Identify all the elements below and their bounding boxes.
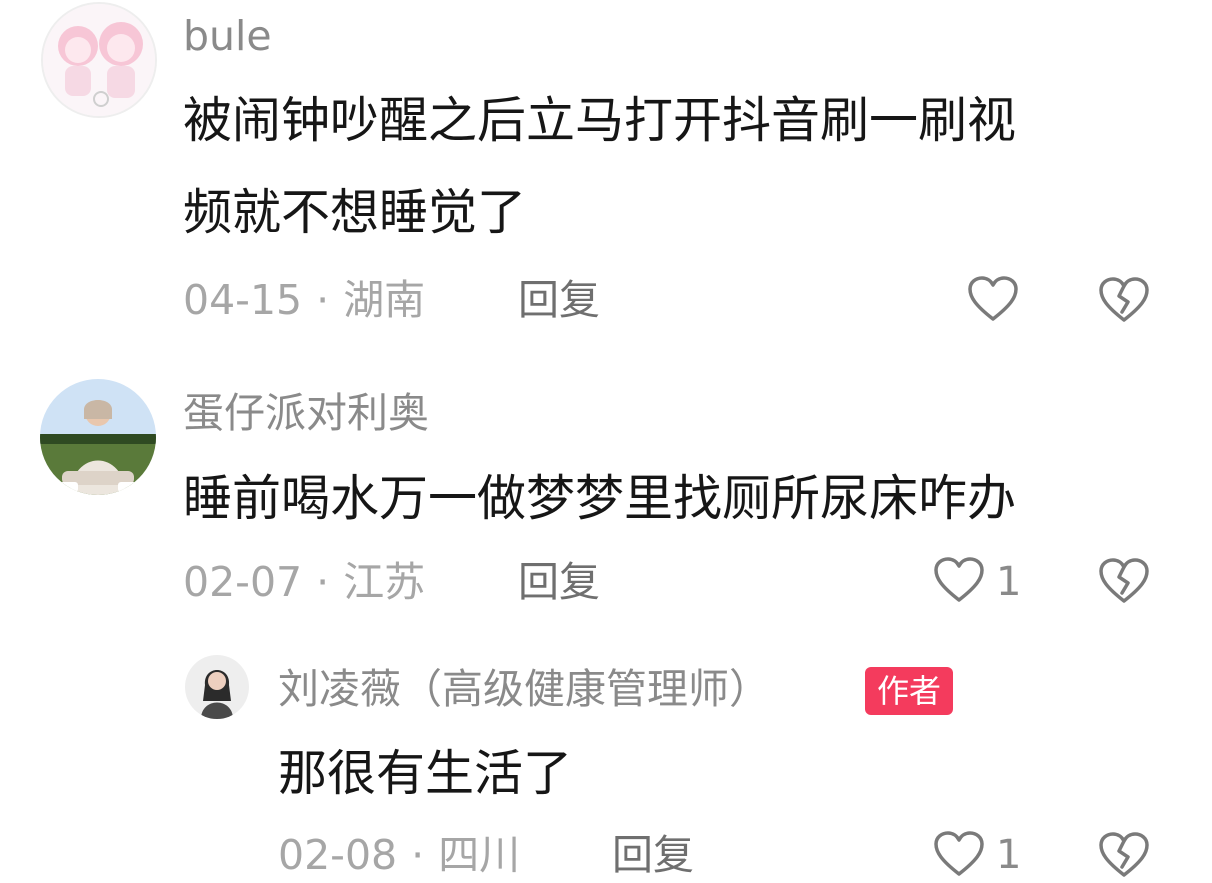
like-button[interactable] — [933, 556, 985, 604]
comment-username[interactable]: bule — [183, 16, 272, 57]
heart-outline-icon — [934, 831, 984, 876]
dislike-button[interactable] — [1098, 276, 1150, 324]
comment-item: bule 被闹钟吵醒之后立马打开抖音刷一刷视 频就不想睡觉了 04-15 · 湖… — [0, 0, 1212, 350]
comment-item: 蛋仔派对利奥 睡前喝水万一做梦梦里找厕所尿床咋办 02-07 · 江苏 回复 1 — [0, 370, 1212, 630]
dislike-button[interactable] — [1098, 557, 1150, 605]
reply-date: 02-08 — [278, 831, 398, 879]
reply-location: 四川 — [438, 831, 521, 879]
avatar[interactable] — [41, 2, 157, 118]
comment-meta: 04-15 · 湖南 — [183, 280, 425, 321]
comment-text-line: 睡前喝水万一做梦梦里找厕所尿床咋办 — [183, 470, 1017, 527]
comment-date: 02-07 — [183, 558, 303, 606]
author-badge: 作者 — [865, 667, 954, 715]
comment-location: 江苏 — [343, 558, 426, 606]
broken-heart-icon — [1099, 832, 1149, 877]
dislike-button[interactable] — [1098, 831, 1150, 879]
avatar-photo — [40, 379, 156, 495]
avatar-photo — [185, 655, 249, 719]
reply-meta: 02-08 · 四川 — [278, 835, 520, 876]
avatar[interactable] — [185, 655, 249, 719]
comment-location: 湖南 — [343, 276, 426, 324]
like-count: 1 — [996, 559, 1022, 605]
meta-separator: · — [316, 276, 330, 324]
heart-outline-icon — [968, 276, 1018, 321]
avatar[interactable] — [40, 379, 156, 495]
like-button[interactable] — [967, 275, 1019, 323]
broken-heart-icon — [1099, 277, 1149, 322]
like-button[interactable] — [933, 830, 985, 878]
reply-username[interactable]: 刘凌薇（高级健康管理师） — [278, 669, 770, 710]
comment-text-line: 被闹钟吵醒之后立马打开抖音刷一刷视 — [183, 92, 1017, 149]
avatar-illustration — [43, 4, 155, 116]
comment-meta: 02-07 · 江苏 — [183, 562, 425, 603]
reply-button[interactable]: 回复 — [612, 835, 694, 876]
comment-username[interactable]: 蛋仔派对利奥 — [183, 393, 429, 434]
reply-text-line: 那很有生活了 — [278, 745, 573, 802]
reply-button[interactable]: 回复 — [518, 562, 600, 603]
reply-item: 刘凌薇（高级健康管理师） 作者 那很有生活了 02-08 · 四川 回复 1 — [0, 645, 1212, 883]
like-count: 1 — [996, 832, 1022, 878]
meta-separator: · — [411, 831, 425, 879]
meta-separator: · — [316, 558, 330, 606]
reply-button[interactable]: 回复 — [518, 280, 600, 321]
broken-heart-icon — [1099, 558, 1149, 603]
comment-text-line: 频就不想睡觉了 — [183, 184, 527, 241]
heart-outline-icon — [934, 557, 984, 602]
comment-date: 04-15 — [183, 276, 303, 324]
